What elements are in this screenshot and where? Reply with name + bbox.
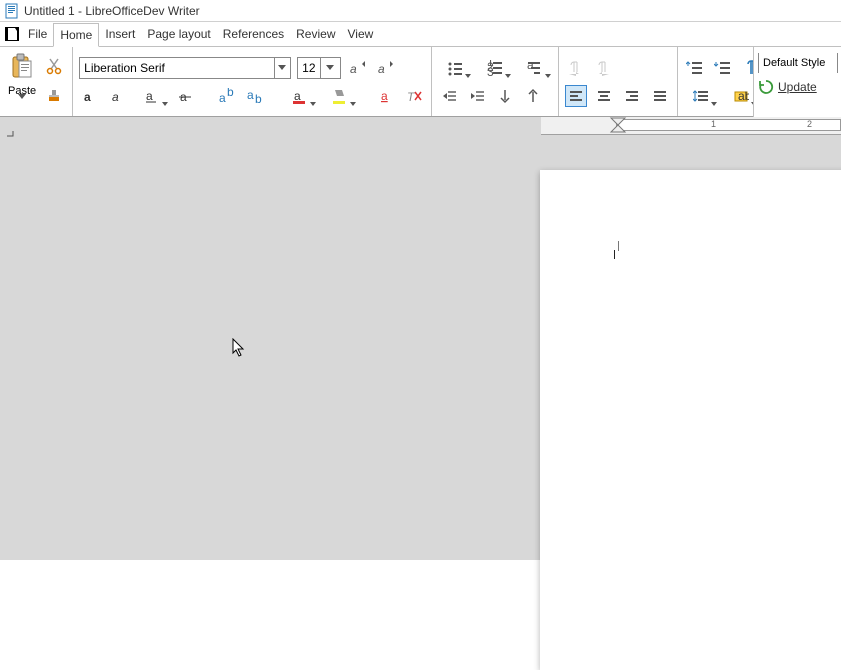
ruler-tick-1: 1	[711, 119, 716, 129]
font-color-button[interactable]: a	[283, 85, 317, 107]
cut-button[interactable]	[44, 55, 66, 77]
svg-text:a: a	[350, 62, 357, 76]
refresh-icon	[758, 79, 774, 95]
align-left-button[interactable]	[565, 85, 587, 107]
align-center-button[interactable]	[593, 85, 615, 107]
menu-page-layout[interactable]: Page layout	[141, 22, 216, 46]
outline-button[interactable]: a	[518, 57, 552, 79]
text-caret	[614, 238, 624, 260]
font-name-dropdown-icon[interactable]	[274, 58, 291, 78]
group-font: a a a a a a ab ab a a T	[73, 47, 432, 116]
rtl-button[interactable]	[593, 57, 615, 79]
font-size-input[interactable]	[298, 58, 320, 78]
font-name-input[interactable]	[80, 58, 273, 78]
inc-para-spacing-button[interactable]	[684, 57, 706, 79]
align-right-button[interactable]	[621, 85, 643, 107]
svg-text:a: a	[146, 89, 153, 103]
svg-text:a: a	[247, 88, 254, 102]
indent-more-button[interactable]	[466, 85, 488, 107]
strike-button[interactable]: a	[175, 85, 197, 107]
svg-text:a: a	[294, 89, 301, 103]
style-panel: Update	[753, 47, 841, 117]
menu-references[interactable]: References	[217, 22, 290, 46]
align-justify-button[interactable]	[649, 85, 671, 107]
svg-text:a: a	[381, 89, 388, 103]
app-icon	[4, 3, 20, 19]
mouse-cursor-icon	[232, 338, 246, 358]
menu-review[interactable]: Review	[290, 22, 341, 46]
italic-button[interactable]: a	[107, 85, 129, 107]
page[interactable]	[540, 170, 841, 670]
bullets-button[interactable]	[438, 57, 472, 79]
clear-format-button[interactable]: T	[403, 85, 425, 107]
group-alignment	[559, 47, 678, 116]
move-up-button[interactable]	[522, 85, 544, 107]
group-paragraph-list: 123 a	[432, 47, 559, 116]
svg-text:b: b	[227, 88, 234, 99]
font-name-combo[interactable]	[79, 57, 291, 79]
paste-button[interactable]: Paste	[6, 51, 38, 115]
svg-text:a: a	[219, 91, 226, 104]
window-title: Untitled 1 - LibreOfficeDev Writer	[24, 4, 200, 18]
svg-text:a: a	[112, 90, 119, 104]
paragraph-style-combo[interactable]	[758, 53, 838, 73]
horizontal-ruler[interactable]: 1 2	[541, 117, 841, 135]
numbering-button[interactable]: 123	[478, 57, 512, 79]
font-size-combo[interactable]	[297, 57, 341, 79]
svg-text:b: b	[255, 92, 262, 104]
tab-home[interactable]: Home	[53, 23, 99, 47]
grow-font-button[interactable]: a	[347, 57, 369, 79]
highlight-button[interactable]	[323, 85, 357, 107]
ribbon: Paste a a a a	[0, 47, 841, 117]
svg-text:ab: ab	[738, 89, 749, 103]
subscript-button[interactable]: ab	[243, 85, 265, 107]
menu-file[interactable]: File	[22, 22, 53, 46]
svg-text:3: 3	[487, 65, 494, 76]
update-style-button[interactable]: Update	[754, 75, 841, 99]
svg-text:T: T	[407, 90, 416, 104]
paragraph-style-input[interactable]	[759, 53, 837, 73]
ruler-tick-2: 2	[807, 119, 812, 129]
underline-button[interactable]: a	[135, 85, 169, 107]
dec-para-spacing-button[interactable]	[712, 57, 734, 79]
titlebar: Untitled 1 - LibreOfficeDev Writer	[0, 0, 841, 22]
app-menu-icon[interactable]	[2, 22, 22, 46]
indent-marker-icon[interactable]	[609, 117, 627, 133]
indent-less-button[interactable]	[438, 85, 460, 107]
char-bg-button[interactable]: a	[375, 85, 397, 107]
clone-format-button[interactable]	[44, 85, 66, 107]
svg-text:a: a	[378, 62, 385, 76]
menubar: File Home Insert Page layout References …	[0, 22, 841, 47]
line-spacing-button[interactable]	[684, 85, 718, 107]
ltr-button[interactable]	[565, 57, 587, 79]
shrink-font-button[interactable]: a	[375, 57, 397, 79]
svg-text:a: a	[84, 90, 91, 104]
menu-insert[interactable]: Insert	[99, 22, 141, 46]
margin-marker-icon	[6, 130, 16, 140]
menu-view[interactable]: View	[342, 22, 380, 46]
move-down-button[interactable]	[494, 85, 516, 107]
bold-button[interactable]: a	[79, 85, 101, 107]
superscript-button[interactable]: ab	[215, 85, 237, 107]
svg-text:a: a	[527, 60, 534, 72]
font-size-dropdown-icon[interactable]	[320, 58, 338, 78]
group-clipboard: Paste	[0, 47, 73, 116]
paste-dropdown-icon[interactable]	[18, 99, 26, 113]
update-label: Update	[778, 80, 817, 94]
